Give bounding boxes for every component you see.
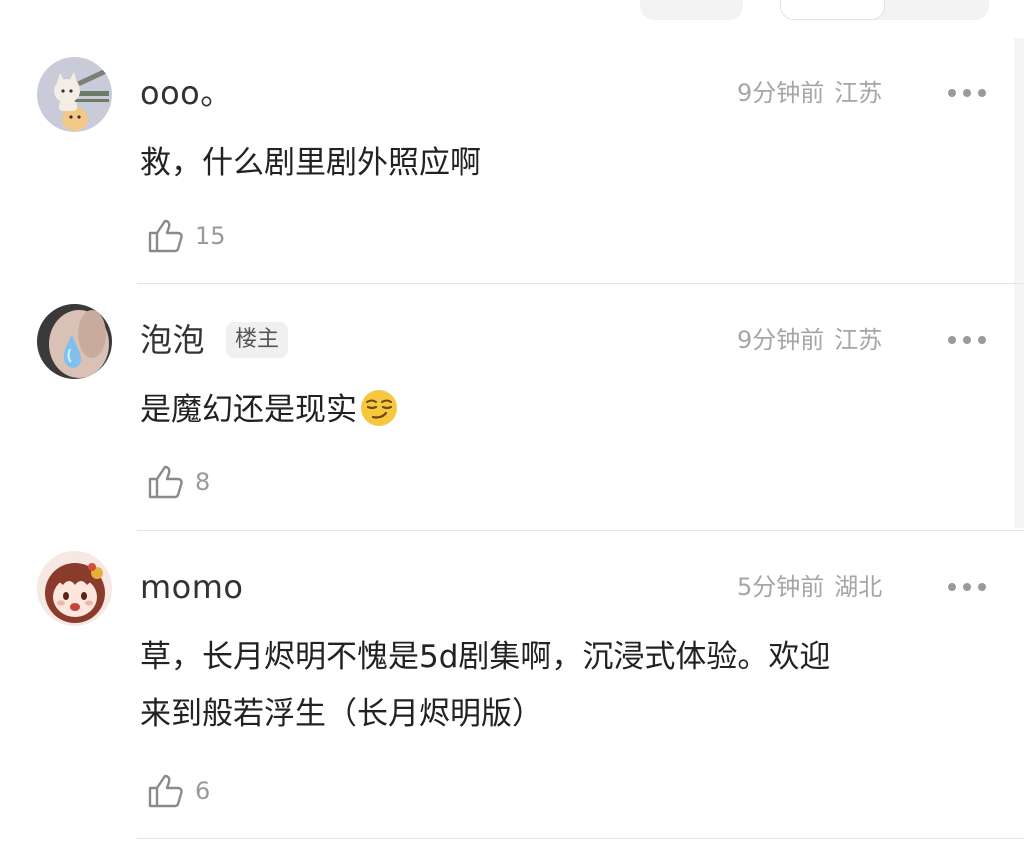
thumbs-up-icon: [148, 465, 183, 499]
comment-text-line: 草，长月烬明不愧是5d剧集啊，沉浸式体验。欢迎: [140, 639, 831, 675]
comment-meta: 9分钟前 江苏: [737, 310, 882, 370]
hand-water-drop-avatar-icon: [37, 304, 112, 379]
anime-girl-avatar-icon: [37, 551, 112, 626]
like-count: 8: [195, 468, 211, 496]
more-options-icon[interactable]: [948, 557, 986, 617]
comment-item: ooo。 9分钟前 江苏 救，什么剧里剧外照应啊 15: [0, 57, 1024, 284]
sort-toggle-partial[interactable]: [780, 0, 989, 20]
comment-location: 江苏: [834, 326, 883, 354]
comment-divider: [137, 530, 1024, 531]
comment-meta: 5分钟前 湖北: [737, 557, 882, 617]
smirk-emoji-icon: [361, 390, 397, 426]
user-avatar[interactable]: [37, 304, 112, 379]
top-tab-partial[interactable]: [640, 0, 743, 20]
comment-location: 江苏: [834, 79, 883, 107]
like-button[interactable]: 8: [146, 460, 210, 504]
comment-text-row: 是魔幻还是现实: [140, 382, 980, 439]
cartoon-cat-avatar-icon: [37, 57, 112, 132]
user-avatar[interactable]: [37, 57, 112, 132]
comment-location: 湖北: [834, 573, 883, 601]
more-options-icon[interactable]: [948, 63, 986, 123]
comment-header: ooo。 9分钟前 江苏: [140, 63, 1024, 123]
comment-divider: [137, 283, 1024, 284]
comment-text: 草，长月烬明不愧是5d剧集啊，沉浸式体验。欢迎 来到般若浮生（长月烬明版）: [140, 629, 980, 743]
comment-item: momo 5分钟前 湖北 草，长月烬明不愧是5d剧集啊，沉浸式体验。欢迎 来到般若…: [0, 551, 1024, 841]
username[interactable]: ooo。: [140, 63, 233, 123]
comment-text: 救，什么剧里剧外照应啊: [140, 145, 481, 181]
like-button[interactable]: 6: [146, 769, 210, 813]
comment-header: momo 5分钟前 湖北: [140, 557, 1024, 617]
thumbs-up-icon: [148, 774, 183, 808]
username[interactable]: 泡泡: [140, 310, 205, 370]
like-count: 15: [195, 222, 226, 250]
comment-text: 是魔幻还是现实: [140, 392, 357, 428]
comment-text-line: 来到般若浮生（长月烬明版）: [140, 696, 543, 732]
sort-toggle-selected-partial[interactable]: [780, 0, 885, 20]
op-badge: 楼主: [226, 322, 289, 358]
comment-time: 9分钟前: [737, 79, 825, 107]
like-button[interactable]: 15: [146, 214, 226, 258]
user-avatar[interactable]: [37, 551, 112, 626]
like-count: 6: [195, 777, 211, 805]
comment-divider: [137, 838, 1024, 839]
more-options-icon[interactable]: [948, 310, 986, 370]
username[interactable]: momo: [140, 557, 244, 617]
comment-item: 泡泡 楼主 9分钟前 江苏 是魔幻还是现实 8: [0, 304, 1024, 530]
comment-meta: 9分钟前 江苏: [737, 63, 882, 123]
thumbs-up-icon: [148, 219, 183, 253]
comment-time: 5分钟前: [737, 573, 825, 601]
comment-header: 泡泡 楼主 9分钟前 江苏: [140, 310, 1024, 370]
comment-list-page: ooo。 9分钟前 江苏 救，什么剧里剧外照应啊 15 泡泡 楼主 9分钟前 江…: [0, 0, 1024, 845]
comment-time: 9分钟前: [737, 326, 825, 354]
